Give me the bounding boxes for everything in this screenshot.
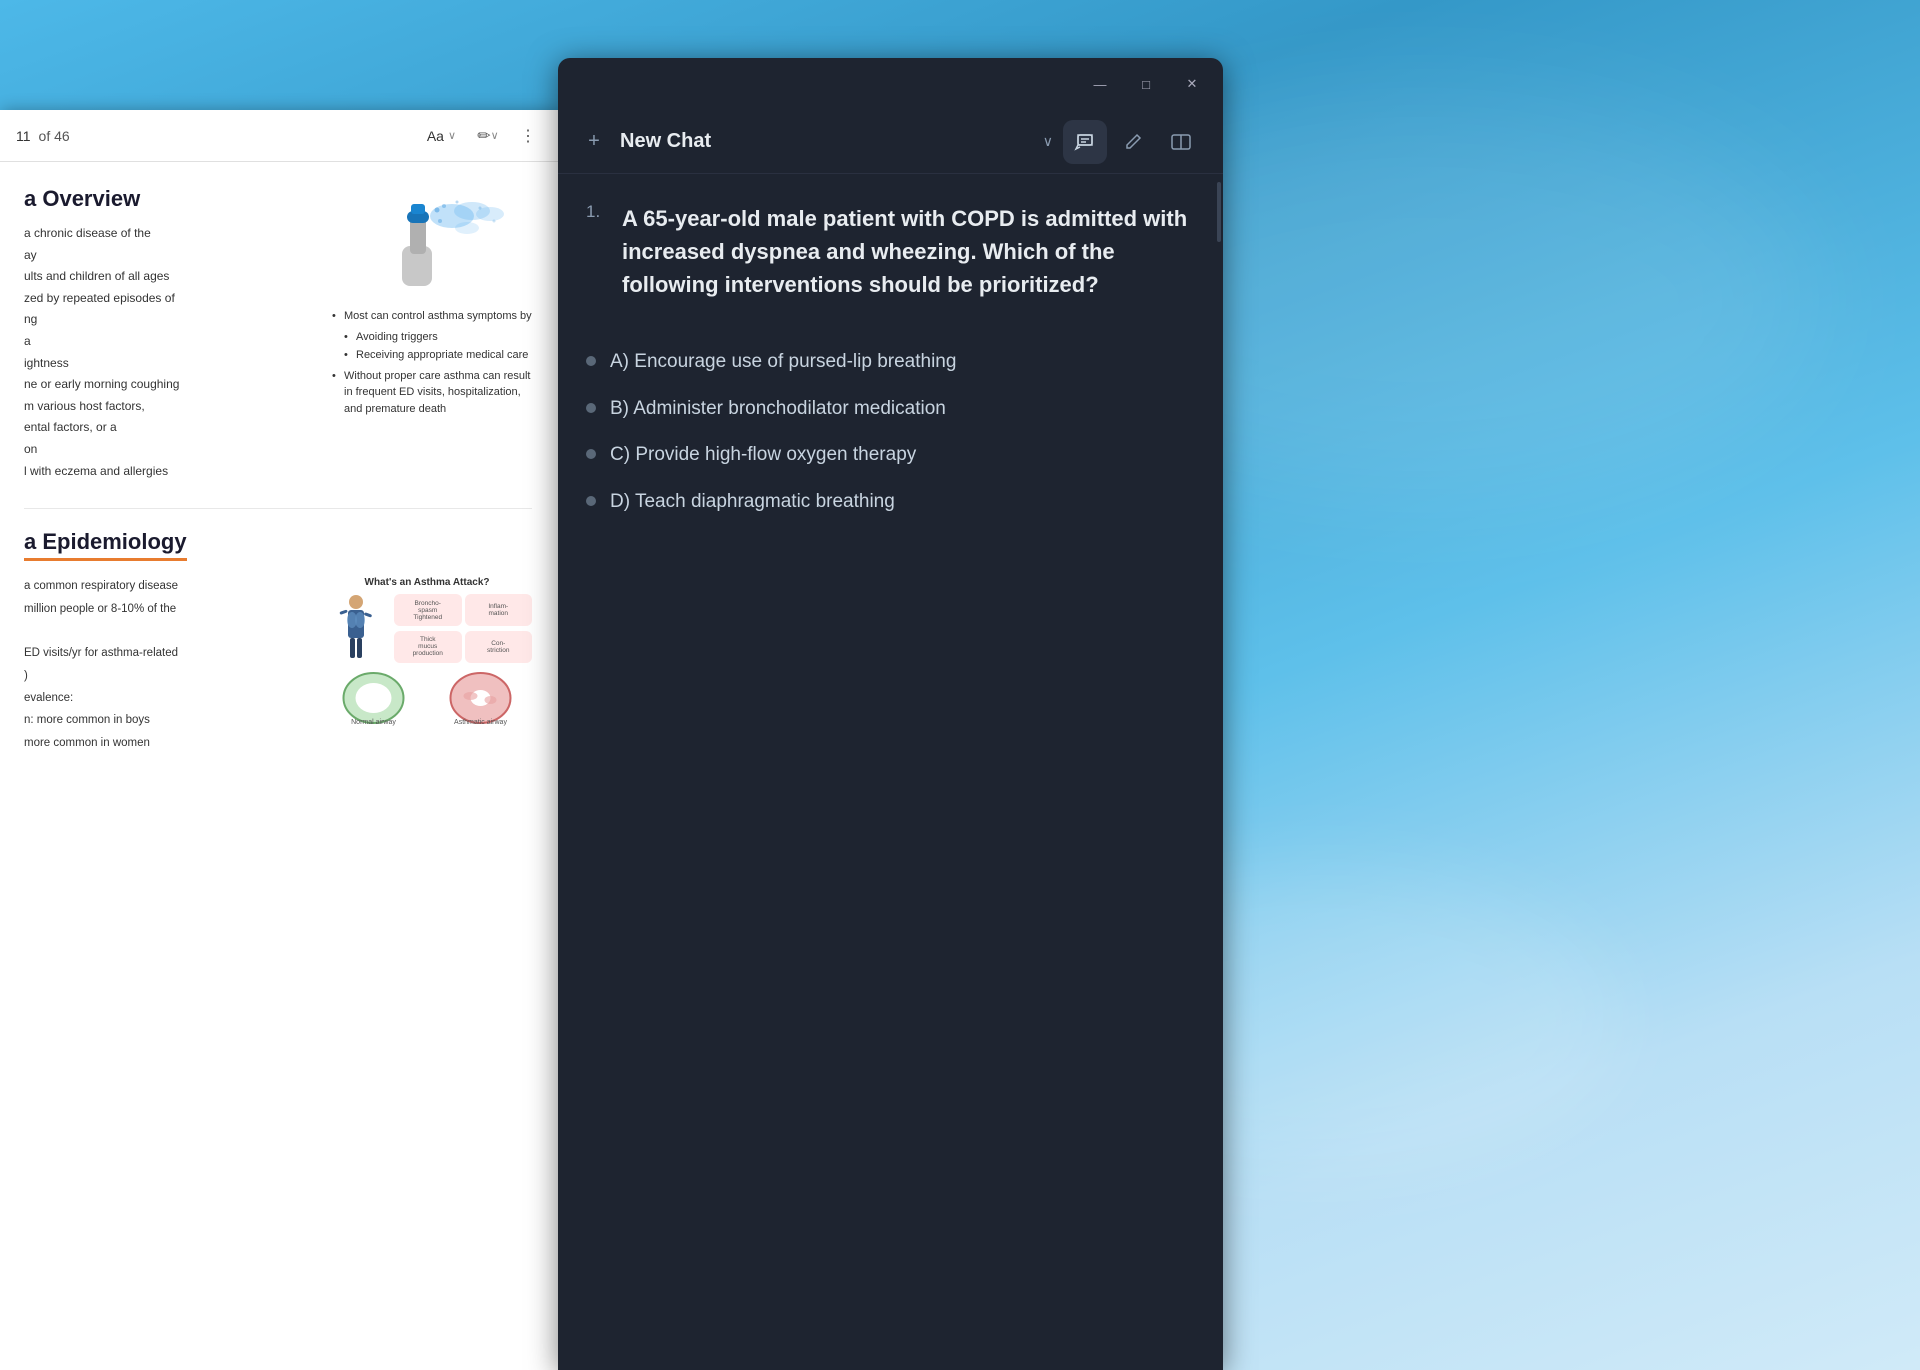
epi-line-1: a common respiratory disease [24, 577, 306, 595]
pdf-page-separator: of 46 [39, 128, 70, 144]
person-svg [322, 594, 390, 664]
answer-option-d: D) Teach diaphragmatic breathing [586, 489, 1195, 516]
pdf-bullet-1a: • Avoiding triggers [332, 329, 532, 346]
lung-cell-4: Con-striction [465, 631, 533, 663]
pdf-window: 11 of 46 Aa ∨ ✏ ∨ ⋮ [0, 110, 560, 1370]
desktop: 11 of 46 Aa ∨ ✏ ∨ ⋮ [0, 0, 1920, 1370]
asthma-diagram-title: What's an Asthma Attack? [322, 577, 532, 588]
bullet-a [586, 356, 596, 366]
lung-cell-2: Inflam-mation [465, 594, 533, 626]
pdf-text-line-1: a chronic disease of the [24, 224, 312, 243]
chat-toolbar: + New Chat ∨ [558, 110, 1223, 174]
normal-airway-container: Normal airway [322, 668, 425, 733]
epi-line-6: evalence: [24, 689, 306, 707]
pdf-text-line-5: ng [24, 310, 312, 329]
answer-text-d: D) Teach diaphragmatic breathing [610, 489, 895, 516]
answer-option-a: A) Encourage use of pursed-lip breathing [586, 349, 1195, 376]
pdf-section-overview: a Overview a chronic disease of the ay u… [24, 186, 532, 480]
answer-option-b: B) Administer bronchodilator medication [586, 396, 1195, 423]
svg-text:Normal airway: Normal airway [351, 719, 396, 726]
epidemiology-title: a Epidemiology [24, 529, 187, 561]
more-options-button[interactable]: ⋮ [512, 120, 544, 152]
answer-text-c: C) Provide high-flow oxygen therapy [610, 442, 916, 469]
epidemiology-text: a common respiratory disease million peo… [24, 577, 306, 752]
normal-airway-svg: Normal airway [322, 668, 425, 728]
asthmatic-airway-svg: Asthmatic airway [429, 668, 532, 728]
window-controls: — □ ✕ [1077, 68, 1215, 100]
maximize-button[interactable]: □ [1123, 68, 1169, 100]
asthma-diagram: What's an Asthma Attack? [322, 577, 532, 733]
split-view-icon [1170, 132, 1192, 152]
pencil-icon [1123, 132, 1143, 152]
pdf-content: a Overview a chronic disease of the ay u… [0, 162, 560, 1370]
edit-chat-button[interactable] [1111, 120, 1155, 164]
pdf-page-current: 11 [16, 128, 31, 144]
pdf-bullet-1b: • Receiving appropriate medical care [332, 347, 532, 364]
answer-options-list: A) Encourage use of pursed-lip breathing… [586, 349, 1195, 515]
chat-title-chevron-icon[interactable]: ∨ [1043, 133, 1053, 150]
pdf-toolbar: 11 of 46 Aa ∨ ✏ ∨ ⋮ [0, 110, 560, 162]
answer-text-a: A) Encourage use of pursed-lip breathing [610, 349, 956, 376]
pdf-overview-text: a Overview a chronic disease of the ay u… [24, 186, 312, 480]
minimize-button[interactable]: — [1077, 68, 1123, 100]
pdf-text-line-7: ightness [24, 354, 312, 373]
pdf-text-line-11: on [24, 440, 312, 459]
close-button[interactable]: ✕ [1169, 68, 1215, 100]
chat-mode-button[interactable] [1063, 120, 1107, 164]
pdf-bullet-list: • Most can control asthma symptoms by • … [332, 308, 532, 417]
font-selector[interactable]: Aa ∨ [419, 124, 464, 148]
pdf-text-line-6: a [24, 332, 312, 351]
lung-cell-1: Broncho-spasmTightened [394, 594, 462, 626]
asthma-diagram-top-row: Broncho-spasmTightened Inflam-mation Thi… [322, 594, 532, 664]
edit-button[interactable]: ✏ ∨ [472, 120, 504, 152]
bullet-d [586, 496, 596, 506]
split-view-button[interactable] [1159, 120, 1203, 164]
answer-text-b: B) Administer bronchodilator medication [610, 396, 946, 423]
pdf-overview-image-col: • Most can control asthma symptoms by • … [332, 186, 532, 480]
inhaler-illustration [332, 186, 522, 296]
person-figure-container [322, 594, 390, 664]
lung-detail-grid: Broncho-spasmTightened Inflam-mation Thi… [394, 594, 532, 664]
asthmatic-airway-container: Asthmatic airway [429, 668, 532, 733]
question-number: 1. [586, 202, 610, 222]
question-text: A 65-year-old male patient with COPD is … [622, 202, 1195, 301]
chat-window-titlebar: — □ ✕ [558, 58, 1223, 110]
question-header: 1. A 65-year-old male patient with COPD … [586, 202, 1195, 329]
section-divider [24, 508, 532, 509]
pdf-text-line-3: ults and children of all ages [24, 267, 312, 286]
chat-bubbles-icon [1074, 131, 1096, 153]
epi-line-8: more common in women [24, 734, 306, 752]
bullet-c [586, 449, 596, 459]
lung-cell-3: Thickmucusproduction [394, 631, 462, 663]
overview-title: a Overview [24, 186, 312, 212]
epi-line-4: ED visits/yr for asthma-related [24, 644, 306, 662]
pdf-section-epidemiology: a Epidemiology a common respiratory dise… [24, 529, 532, 752]
pdf-text-line-2: ay [24, 246, 312, 265]
pdf-text-line-10: ental factors, or a [24, 418, 312, 437]
epi-line-2: million people or 8-10% of the [24, 600, 306, 618]
chat-title: New Chat [620, 130, 1029, 153]
ai-chat-window: — □ ✕ + New Chat ∨ [558, 58, 1223, 1370]
epidemiology-content: a common respiratory disease million peo… [24, 577, 532, 752]
pdf-text-line-8: ne or early morning coughing [24, 375, 312, 394]
bullet-b [586, 403, 596, 413]
epi-line-5: ) [24, 667, 306, 685]
pdf-text-line-9: m various host factors, [24, 397, 312, 416]
epi-line-7: n: more common in boys [24, 711, 306, 729]
chat-messages[interactable]: 1. A 65-year-old male patient with COPD … [558, 174, 1223, 535]
pdf-bullet-1: • Most can control asthma symptoms by [332, 308, 532, 325]
pdf-text-line-12: l with eczema and allergies [24, 462, 312, 481]
svg-text:Asthmatic airway: Asthmatic airway [454, 719, 507, 726]
question-container: 1. A 65-year-old male patient with COPD … [586, 202, 1195, 515]
chat-scrollbar-thumb[interactable] [1217, 182, 1221, 242]
pdf-text-line-4: zed by repeated episodes of [24, 289, 312, 308]
epi-line-3 [24, 622, 306, 640]
chat-toolbar-actions [1063, 120, 1203, 164]
airway-comparison: Normal airway Asthmatic [322, 668, 532, 733]
new-chat-plus-button[interactable]: + [578, 126, 610, 158]
answer-option-c: C) Provide high-flow oxygen therapy [586, 442, 1195, 469]
pdf-bullet-2: • Without proper care asthma can result … [332, 368, 532, 418]
